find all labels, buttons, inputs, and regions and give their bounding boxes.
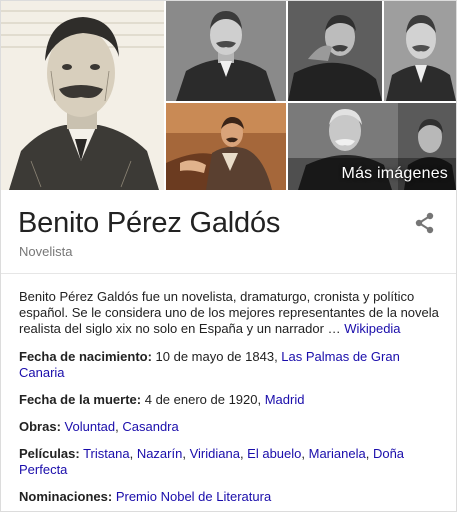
fact-death-label: Fecha de la muerte: xyxy=(19,392,142,407)
entity-header: Benito Pérez Galdós Novelista xyxy=(1,190,456,274)
work-link[interactable]: Voluntad xyxy=(65,419,116,434)
entity-details: Benito Pérez Galdós fue un novelista, dr… xyxy=(19,289,439,505)
gallery-photo-2[interactable] xyxy=(166,1,286,101)
fact-films-label: Películas: xyxy=(19,446,80,461)
share-icon xyxy=(415,212,434,234)
gallery-photo-3[interactable] xyxy=(288,1,382,101)
wikipedia-link[interactable]: Wikipedia xyxy=(344,321,400,336)
fact-works: Obras: Voluntad, Casandra xyxy=(19,419,179,434)
entity-subtitle: Novelista xyxy=(19,244,73,259)
gallery-painting[interactable] xyxy=(166,103,286,190)
description-paragraph: Benito Pérez Galdós fue un novelista, dr… xyxy=(19,289,439,337)
nomination-link[interactable]: Premio Nobel de Literatura xyxy=(116,489,271,504)
fact-nominations: Nominaciones: Premio Nobel de Literatura xyxy=(19,489,439,505)
entity-title: Benito Pérez Galdós xyxy=(18,207,281,239)
fact-films: Películas: Tristana, Nazarín, Viridiana,… xyxy=(19,446,405,477)
fact-death-value: 4 de enero de 1920, xyxy=(141,392,265,407)
film-link[interactable]: Marianela xyxy=(309,446,366,461)
deathplace-link[interactable]: Madrid xyxy=(265,392,305,407)
gallery-photo-4[interactable] xyxy=(384,1,456,101)
fact-works-label: Obras: xyxy=(19,419,61,434)
fact-birth-value: 10 de mayo de 1843, xyxy=(151,349,282,364)
fact-nominations-label: Nominaciones: xyxy=(19,489,113,504)
film-link[interactable]: Nazarín xyxy=(137,446,183,461)
film-link[interactable]: Tristana xyxy=(83,446,129,461)
film-link[interactable]: El abuelo xyxy=(247,446,301,461)
fact-birth: Fecha de nacimiento: 10 de mayo de 1843,… xyxy=(19,349,439,381)
fact-birth-label: Fecha de nacimiento: xyxy=(19,349,152,364)
main-portrait-image[interactable] xyxy=(1,1,164,190)
share-button[interactable] xyxy=(414,212,436,234)
film-link[interactable]: Viridiana xyxy=(190,446,240,461)
more-images-button[interactable]: Más imágenes xyxy=(288,103,456,190)
image-gallery: Más imágenes xyxy=(1,1,456,190)
fact-death: Fecha de la muerte: 4 de enero de 1920, … xyxy=(19,392,439,408)
work-link[interactable]: Casandra xyxy=(122,419,178,434)
knowledge-panel: Más imágenes Benito Pérez Galdós Novelis… xyxy=(0,0,457,512)
more-images-label: Más imágenes xyxy=(341,165,448,182)
